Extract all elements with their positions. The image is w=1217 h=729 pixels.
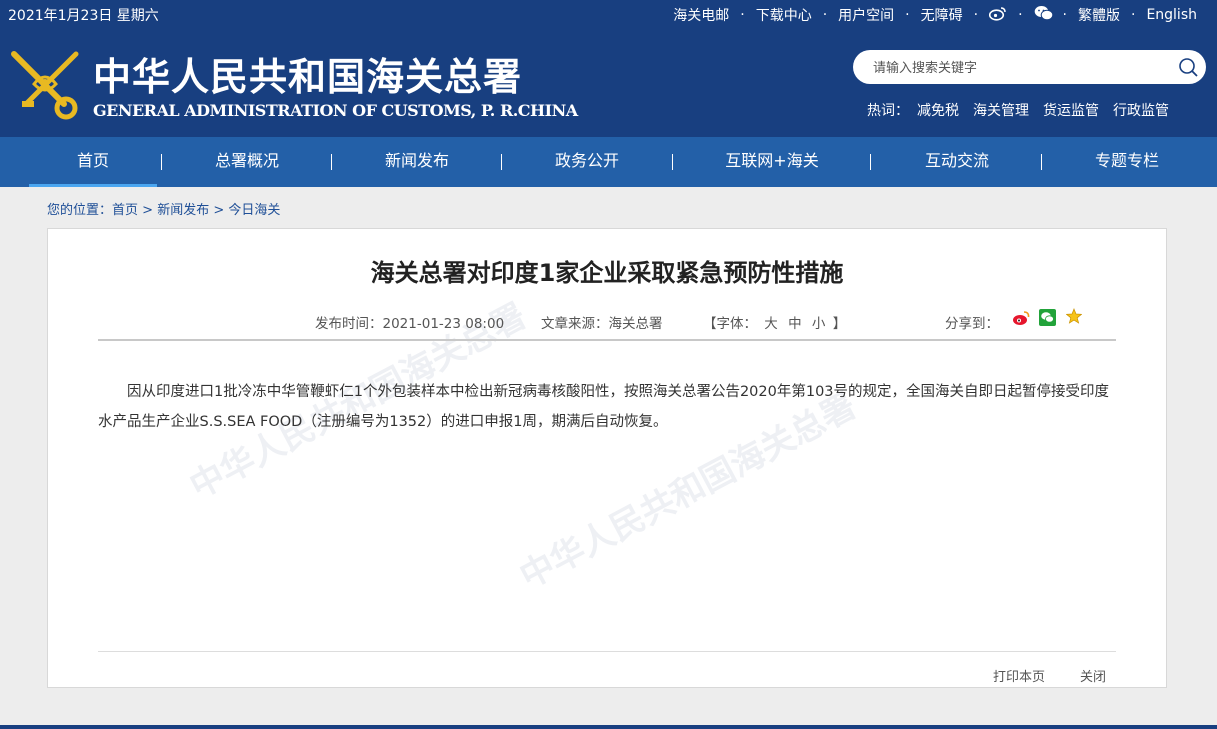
search-box (853, 50, 1206, 84)
hot-word-customs-management[interactable]: 海关管理 (973, 100, 1029, 120)
separator-dot: · (1130, 7, 1136, 23)
article-container: 中华人民共和国海关总署 中华人民共和国海关总署 海关总署对印度1家企业采取紧急预… (47, 228, 1167, 688)
font-size-label: 【字体： (703, 316, 757, 332)
mail-link[interactable]: 海关电邮 (673, 5, 729, 25)
nav-separator (161, 154, 162, 170)
nav-overview[interactable]: 总署概况 (183, 137, 311, 187)
search-input[interactable] (871, 57, 1175, 79)
watermark: 中华人民共和国海关总署 中华人民共和国海关总署 (183, 296, 862, 597)
close-link[interactable]: 关闭 (1080, 666, 1106, 685)
footer-divider (98, 651, 1116, 652)
current-date: 2021年1月23日 星期六 (8, 8, 159, 24)
nav-internet-customs[interactable]: 互联网+海关 (706, 137, 838, 187)
title-divider (98, 339, 1116, 341)
source-value: 海关总署 (608, 316, 663, 332)
publish-time: 发布时间：2021-01-23 08:00 (315, 312, 504, 332)
article-body: 因从印度进口1批冷冻中华管鞭虾仁1个外包装样本中检出新冠病毒核酸阳性，按照海关总… (98, 384, 1110, 430)
font-size-selector: 【字体： 大 中 小 】 (703, 312, 846, 332)
breadcrumb-separator: > (138, 203, 158, 218)
source-label: 文章来源： (541, 316, 609, 332)
site-header: 2021年1月23日 星期六 海关电邮 · 下载中心 · 用户空间 · 无障碍 … (0, 0, 1217, 137)
hot-words-label: 热词： (867, 103, 909, 119)
nav-separator (870, 154, 871, 170)
separator-dot: · (905, 7, 910, 23)
publish-time-value: 2021-01-23 08:00 (382, 316, 505, 332)
font-large-button[interactable]: 大 (764, 316, 778, 332)
breadcrumb-news[interactable]: 新闻发布 (157, 203, 209, 218)
top-links: 海关电邮 · 下载中心 · 用户空间 · 无障碍 · · · 繁體版 · Eng… (673, 5, 1197, 25)
separator-dot: · (1062, 7, 1067, 23)
search-icon[interactable] (1178, 57, 1198, 77)
nav-separator (331, 154, 332, 170)
hot-word-admin-supervision[interactable]: 行政监管 (1113, 100, 1169, 120)
nav-special-topics[interactable]: 专题专栏 (1063, 137, 1191, 187)
breadcrumb-separator: > (209, 203, 229, 218)
favorite-star-icon[interactable] (1065, 308, 1083, 328)
separator-dot: · (822, 7, 828, 23)
article-title: 海关总署对印度1家企业采取紧急预防性措施 (370, 259, 844, 287)
separator-dot: · (1018, 7, 1023, 23)
print-page-link[interactable]: 打印本页 (993, 666, 1045, 685)
nav-interaction[interactable]: 互动交流 (893, 137, 1021, 187)
nav-separator (501, 154, 502, 170)
bottom-border (0, 725, 1217, 729)
nav-news[interactable]: 新闻发布 (353, 137, 481, 187)
customs-emblem-logo[interactable] (6, 46, 84, 126)
english-link[interactable]: English (1146, 7, 1197, 23)
nav-separator (1041, 154, 1042, 170)
hot-word-tax[interactable]: 减免税 (917, 100, 959, 120)
wechat-icon[interactable] (1034, 5, 1053, 25)
breadcrumb-today-customs[interactable]: 今日海关 (228, 203, 280, 218)
hot-words: 热词： 减免税 海关管理 货运监管 行政监管 (867, 100, 1183, 120)
share-label: 分享到： (945, 316, 999, 332)
separator-dot: · (973, 7, 979, 23)
share-weibo-icon[interactable] (1012, 310, 1030, 330)
download-center-link[interactable]: 下载中心 (756, 5, 812, 25)
nav-home[interactable]: 首页 (29, 137, 157, 187)
hot-word-freight-supervision[interactable]: 货运监管 (1043, 100, 1099, 120)
font-size-close: 】 (832, 316, 847, 332)
article-source: 文章来源：海关总署 (541, 312, 663, 332)
breadcrumb-home[interactable]: 首页 (112, 203, 138, 218)
accessibility-link[interactable]: 无障碍 (921, 5, 963, 25)
publish-label: 发布时间： (315, 316, 383, 332)
breadcrumb-prefix: 您的位置： (47, 203, 113, 218)
nav-separator (672, 154, 673, 170)
font-small-button[interactable]: 小 (812, 316, 826, 332)
share-wechat-icon[interactable] (1039, 309, 1056, 330)
main-nav: 首页 总署概况 新闻发布 政务公开 互联网+海关 互动交流 专题专栏 (0, 137, 1217, 187)
font-medium-button[interactable]: 中 (788, 316, 802, 332)
site-subtitle: GENERAL ADMINISTRATION OF CUSTOMS, P. R.… (93, 101, 578, 120)
weibo-icon[interactable] (988, 6, 1007, 25)
nav-government-affairs[interactable]: 政务公开 (523, 137, 651, 187)
site-title: 中华人民共和国海关总署 (93, 54, 523, 99)
separator-dot: · (740, 7, 745, 23)
user-space-link[interactable]: 用户空间 (838, 5, 894, 25)
breadcrumb: 您的位置：首页 > 新闻发布 > 今日海关 (47, 199, 280, 218)
traditional-chinese-link[interactable]: 繁體版 (1078, 5, 1120, 25)
